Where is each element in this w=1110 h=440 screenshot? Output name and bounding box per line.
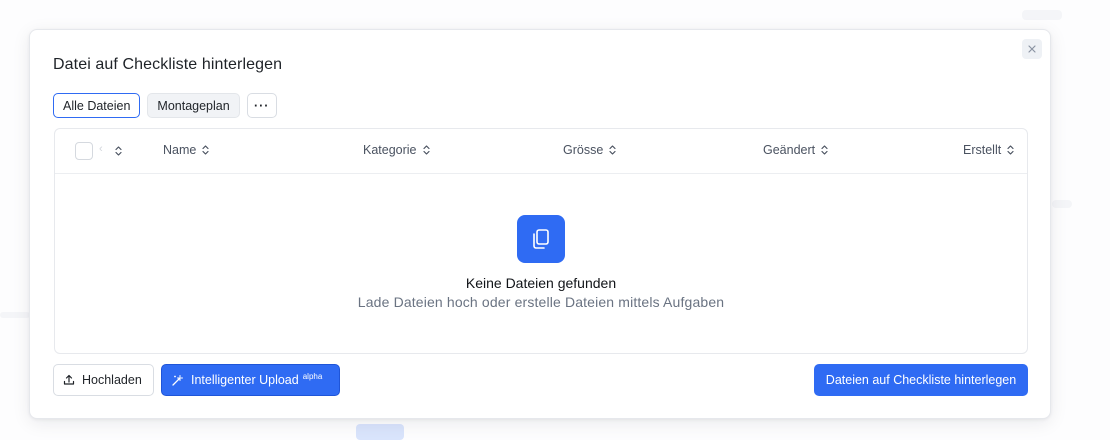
column-header-kategorie[interactable]: Kategorie <box>363 143 431 157</box>
filter-tabs: Alle Dateien Montageplan ··· <box>53 93 277 118</box>
background-element <box>1022 10 1062 20</box>
upload-icon <box>63 374 75 385</box>
column-header-groesse[interactable]: Grösse <box>563 143 617 157</box>
attach-to-checklist-button[interactable]: Dateien auf Checkliste hinterlegen <box>814 364 1028 396</box>
sort-icon[interactable] <box>114 144 123 162</box>
background-element <box>0 312 30 318</box>
column-header-name[interactable]: Name <box>163 143 210 157</box>
files-copy-icon <box>517 215 565 263</box>
column-header-geaendert[interactable]: Geändert <box>763 143 829 157</box>
sort-icon <box>820 144 829 156</box>
sort-icon <box>201 144 210 156</box>
tab-alle-dateien[interactable]: Alle Dateien <box>53 93 141 118</box>
sort-icon <box>1006 144 1015 156</box>
empty-state: Keine Dateien gefunden Lade Dateien hoch… <box>55 215 1027 310</box>
sort-icon <box>422 144 431 156</box>
column-label: Grösse <box>563 143 604 157</box>
background-button <box>356 424 404 440</box>
empty-state-subtitle: Lade Dateien hoch oder erstelle Dateien … <box>357 294 725 310</box>
magic-wand-icon <box>172 374 183 386</box>
upload-button[interactable]: Hochladen <box>53 364 154 396</box>
tab-montageplan[interactable]: Montageplan <box>147 93 240 118</box>
upload-button-label: Hochladen <box>82 373 142 387</box>
select-all-checkbox[interactable] <box>75 142 93 160</box>
faint-chevron-icon: ‹ <box>99 143 103 155</box>
column-header-erstellt[interactable]: Erstellt <box>963 143 1015 157</box>
column-label: Kategorie <box>363 143 417 157</box>
background-element <box>1052 200 1072 208</box>
smart-upload-label: Intelligenter Upload <box>191 373 299 387</box>
close-button[interactable] <box>1022 39 1042 59</box>
table-header: ‹ Name Kategorie Grösse Geändert Erstell… <box>55 129 1027 174</box>
file-dialog: Datei auf Checkliste hinterlegen Alle Da… <box>29 29 1051 419</box>
column-label: Erstellt <box>963 143 1002 157</box>
column-label: Geändert <box>763 143 816 157</box>
sort-icon <box>608 144 617 156</box>
column-label: Name <box>163 143 197 157</box>
empty-state-title: Keine Dateien gefunden <box>465 275 617 291</box>
more-tabs-button[interactable]: ··· <box>246 93 277 118</box>
close-icon <box>1028 45 1036 53</box>
smart-upload-button[interactable]: Intelligenter Upload alpha <box>161 364 340 396</box>
files-table: ‹ Name Kategorie Grösse Geändert Erstell… <box>54 128 1028 354</box>
alpha-badge: alpha <box>302 371 323 381</box>
dialog-title: Datei auf Checkliste hinterlegen <box>53 56 283 73</box>
